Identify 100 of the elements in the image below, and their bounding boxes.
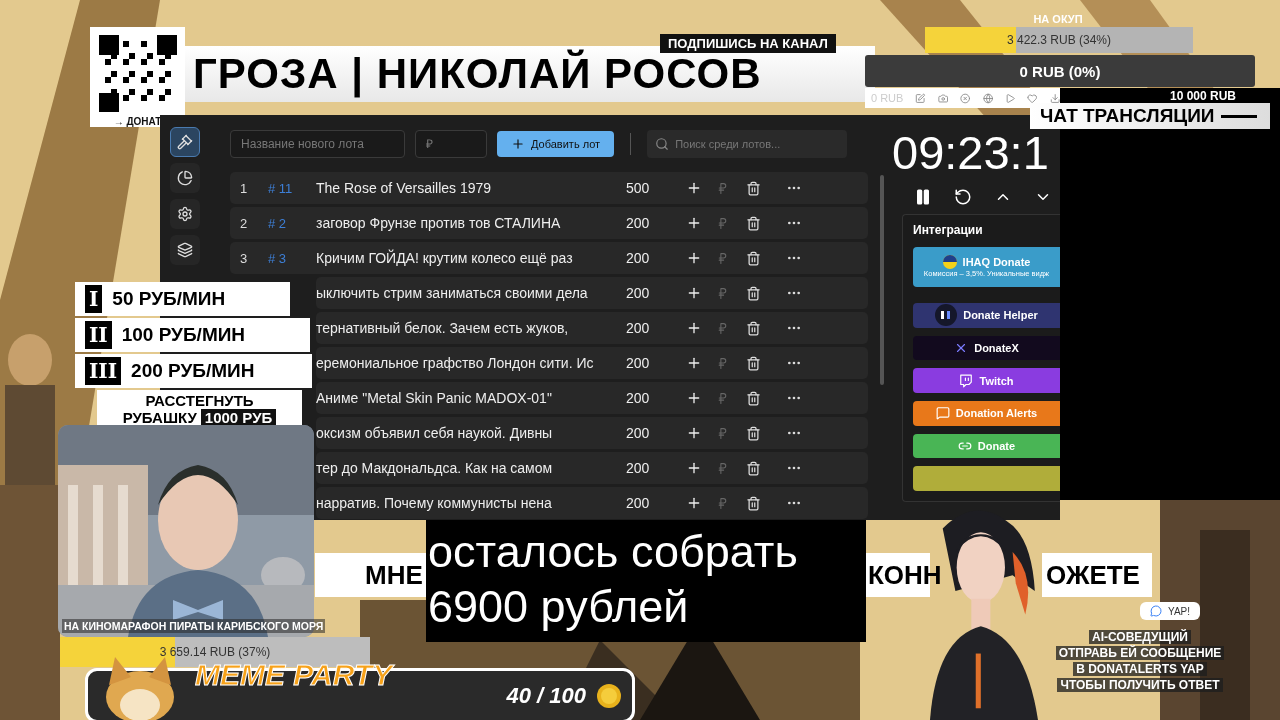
lot-number: 1 (240, 180, 249, 196)
lot-row[interactable]: ыключить стрим заниматься своими дела 200 (316, 277, 868, 309)
add-lot-button[interactable]: Добавить лот (497, 131, 615, 157)
plus-icon[interactable] (686, 495, 702, 511)
trash-icon[interactable] (746, 180, 761, 196)
trash-icon[interactable] (746, 250, 761, 266)
plus-icon[interactable] (686, 425, 702, 441)
goal-title: НА ОКУП (1032, 13, 1084, 25)
sidebar-button[interactable] (170, 235, 200, 265)
restart-icon[interactable] (954, 188, 972, 206)
sidebar-button[interactable] (170, 163, 200, 193)
offer-text: РУБАШКУ (122, 409, 197, 426)
lot-row[interactable]: 2 # 2 заговор Фрунзе против тов СТАЛИНА 200 (230, 207, 868, 239)
lot-title: Аниме "Metal Skin Panic MADOX-01" (316, 390, 553, 406)
trash-icon[interactable] (746, 460, 761, 476)
plus-icon[interactable] (686, 320, 702, 336)
plus-icon[interactable] (686, 285, 702, 301)
lot-amount: 200 (626, 460, 651, 476)
ruble-icon[interactable] (716, 356, 729, 370)
lot-title: еремониальное графство Лондон сити. Ис (316, 355, 595, 371)
timer: 09:23:1 (892, 125, 1050, 180)
ruble-icon[interactable] (716, 286, 729, 300)
coin-count: 40 / 100 (506, 682, 586, 709)
plus-icon[interactable] (686, 215, 702, 231)
qr-caption: → ДОНАТ (113, 116, 162, 127)
lot-number: 3 (240, 250, 249, 266)
ruble-icon[interactable] (716, 321, 729, 335)
goal-target: 10 000 RUB (1170, 89, 1237, 103)
lot-title: ыключить стрим заниматься своими дела (316, 285, 589, 301)
integration-label: IHAQ Donate (962, 256, 1031, 269)
plus-icon[interactable] (686, 460, 702, 476)
lot-row[interactable]: тер до Макдональдса. Как на самом 200 (316, 452, 868, 484)
rate-text: 50 РУБ/МИН (112, 288, 226, 310)
lot-amount: 200 (626, 215, 651, 231)
lot-row[interactable]: 3 # 3 Кричим ГОЙДА! крутим колесо ещё раз 200 (230, 242, 868, 274)
trash-icon[interactable] (746, 425, 761, 441)
camera-icon[interactable] (937, 92, 949, 104)
rate-numeral: I (85, 285, 103, 313)
edit-icon[interactable] (915, 92, 926, 104)
lot-title: нарратив. Почему коммунисты нена (316, 495, 553, 511)
download-icon[interactable] (1049, 92, 1061, 104)
ruble-icon[interactable] (716, 216, 729, 230)
lot-title: тернативный белок. Зачем есть жуков, (316, 320, 570, 336)
gavel-icon (177, 134, 193, 150)
twitch-icon (959, 373, 974, 388)
subscribe-tag: ПОДПИШИСЬ НА КАНАЛ (660, 34, 836, 53)
plus-icon (511, 137, 525, 151)
lot-title: оксизм объявил себя наукой. Дивны (316, 425, 554, 441)
lot-row[interactable]: 1 # 11 The Rose of Versailles 1979 500 (230, 172, 868, 204)
integration-button[interactable]: Twitch (913, 368, 1060, 393)
integration-label: DonateX (974, 341, 1019, 354)
plus-icon[interactable] (686, 355, 702, 371)
globe-icon[interactable] (982, 92, 993, 104)
search-icon (655, 137, 670, 151)
ruble-icon[interactable] (716, 461, 729, 475)
lot-amount: 200 (626, 425, 651, 441)
sidebar-button[interactable] (170, 127, 200, 157)
cohost-text: В DONATALERTS YAP (1073, 662, 1207, 676)
integration-button[interactable]: Donate Helper (913, 302, 1060, 328)
heart-icon[interactable] (1027, 92, 1038, 104)
lot-amount: 200 (626, 495, 651, 511)
lot-row[interactable]: Аниме "Metal Skin Panic MADOX-01" 200 (316, 382, 868, 414)
lot-title: Кричим ГОЙДА! крутим колесо ещё раз (316, 250, 574, 266)
search-field[interactable]: Поиск среди лотов... (647, 130, 848, 158)
cohost-text: ЧТОБЫ ПОЛУЧИТЬ ОТВЕТ (1057, 678, 1223, 692)
trash-icon[interactable] (746, 320, 761, 336)
integration-label: Donation Alerts (955, 407, 1038, 420)
ticker-text: КОНН (868, 559, 942, 591)
ruble-icon[interactable] (716, 426, 729, 440)
ruble-icon[interactable] (716, 496, 729, 510)
integration-label: Donate (977, 439, 1016, 452)
ruble-icon[interactable] (716, 251, 729, 265)
lot-amount: 200 (626, 320, 651, 336)
lot-title: заговор Фрунзе против тов СТАЛИНА (316, 215, 562, 231)
lot-row[interactable]: тернативный белок. Зачем есть жуков, 200 (316, 312, 868, 344)
ruble-icon[interactable] (716, 181, 729, 195)
lot-title: The Rose of Versailles 1979 (316, 180, 493, 196)
pause-icon[interactable] (914, 188, 932, 206)
integration-button[interactable]: DonateX (913, 335, 1060, 361)
trash-icon[interactable] (746, 390, 761, 406)
trash-icon[interactable] (746, 215, 761, 231)
chat-icon (1149, 605, 1162, 617)
lot-amount: 200 (626, 250, 651, 266)
plus-icon[interactable] (686, 180, 702, 196)
lot-name-field[interactable]: Название нового лота (230, 130, 405, 158)
rate-text: 200 РУБ/МИН (131, 360, 255, 382)
lot-row[interactable]: нарратив. Почему коммунисты нена 200 (316, 487, 868, 519)
trash-icon[interactable] (746, 285, 761, 301)
ruble-icon[interactable] (716, 391, 729, 405)
plus-icon[interactable] (686, 390, 702, 406)
lot-tag: # 3 (268, 250, 316, 266)
price-field[interactable]: ₽ (415, 130, 487, 158)
lot-row[interactable]: оксизм объявил себя наукой. Дивны 200 (316, 417, 868, 449)
trash-icon[interactable] (746, 355, 761, 371)
plus-icon[interactable] (686, 250, 702, 266)
sidebar-button[interactable] (170, 199, 200, 229)
cohost-text: ОТПРАВЬ ЕЙ СООБЩЕНИЕ (1055, 646, 1225, 660)
lot-row[interactable]: еремониальное графство Лондон сити. Ис 200 (316, 347, 868, 379)
offer-text: РАССТЕГНУТЬ (145, 392, 254, 409)
trash-icon[interactable] (746, 495, 761, 511)
